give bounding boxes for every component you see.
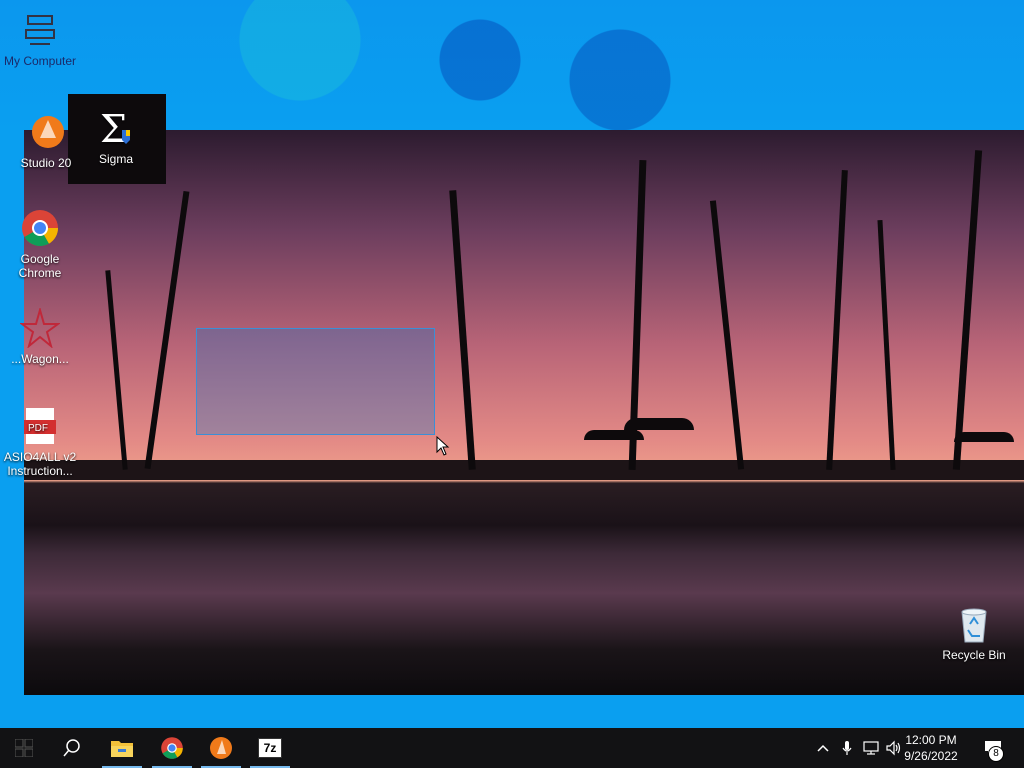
clock-time: 12:00 PM — [905, 733, 957, 747]
palm-trunk — [952, 150, 983, 470]
computer-icon — [20, 10, 60, 50]
svg-text:PDF: PDF — [28, 423, 48, 434]
wallpaper — [24, 130, 1024, 695]
taskbar-fl-studio[interactable] — [197, 728, 245, 768]
microphone-tray-button[interactable] — [837, 728, 857, 768]
show-hidden-icons-button[interactable] — [812, 728, 834, 768]
wallpaper-horizon — [24, 460, 1024, 480]
desktop-icon-google-chrome[interactable]: Google Chrome — [2, 208, 78, 280]
network-icon — [863, 741, 879, 755]
microphone-icon — [842, 741, 852, 755]
star-logo-icon — [18, 306, 62, 349]
fl-studio-icon — [26, 112, 66, 152]
icon-label: Google Chrome — [18, 252, 62, 280]
system-clock[interactable]: 12:00 PM 9/26/2022 — [896, 732, 966, 764]
umbrella — [624, 418, 694, 430]
palm-trunk — [144, 190, 190, 470]
palm-trunk — [877, 220, 896, 470]
7zip-icon: 7z — [258, 738, 282, 758]
icon-label: Recycle Bin — [942, 648, 1006, 662]
desktop-icon-recycle-bin[interactable]: Recycle Bin — [936, 604, 1012, 662]
palm-trunk — [709, 200, 745, 470]
taskbar-7zip[interactable]: 7z — [246, 728, 294, 768]
icon-label: ASIO4ALL v2 Instruction... — [3, 450, 77, 478]
taskbar-chrome[interactable] — [148, 728, 196, 768]
umbrella — [584, 430, 644, 440]
palm-trunk — [826, 170, 848, 470]
taskbar-file-explorer[interactable] — [98, 728, 146, 768]
desktop-icon-asio4all-pdf[interactable]: PDF ASIO4ALL v2 Instruction... — [2, 406, 78, 478]
sigma-icon: Σ — [96, 107, 136, 151]
recycle-bin-icon — [954, 604, 994, 644]
start-button[interactable] — [0, 728, 48, 768]
windows-icon — [15, 739, 33, 757]
notification-badge: 8 — [988, 746, 1004, 762]
taskbar: 7z 12:00 PM 9/26/2022 8 — [0, 728, 1024, 768]
search-button[interactable] — [48, 728, 96, 768]
pdf-icon: PDF — [20, 406, 60, 446]
svg-text:Σ: Σ — [100, 108, 127, 148]
search-icon — [63, 739, 80, 757]
desktop-icon-my-computer[interactable]: My Computer — [2, 10, 78, 68]
network-tray-button[interactable] — [860, 728, 882, 768]
icon-label: Sigma — [98, 152, 133, 166]
file-explorer-icon — [111, 741, 133, 757]
icon-label: Studio 20 — [20, 156, 72, 170]
desktop-icon-sigma[interactable]: Σ Sigma — [78, 107, 154, 166]
icon-label: ...Wagon... — [11, 352, 69, 366]
desktop-icon-wagon[interactable]: ...Wagon... — [2, 306, 78, 366]
clock-date: 9/26/2022 — [904, 749, 958, 763]
action-center-button[interactable]: 8 — [978, 728, 1008, 768]
icon-label: My Computer — [3, 54, 77, 68]
palm-trunk — [105, 270, 128, 470]
desktop[interactable]: My Computer Studio 20 Σ Sigma Google Chr… — [0, 0, 1024, 768]
umbrella — [954, 432, 1014, 442]
chevron-up-icon — [817, 744, 829, 752]
selection-rectangle — [196, 328, 435, 435]
chrome-icon — [161, 737, 183, 759]
chrome-icon — [20, 208, 60, 248]
fl-studio-icon — [210, 737, 232, 759]
palm-trunk — [449, 190, 476, 470]
desktop-icon-studio-20[interactable]: Studio 20 — [8, 112, 84, 170]
